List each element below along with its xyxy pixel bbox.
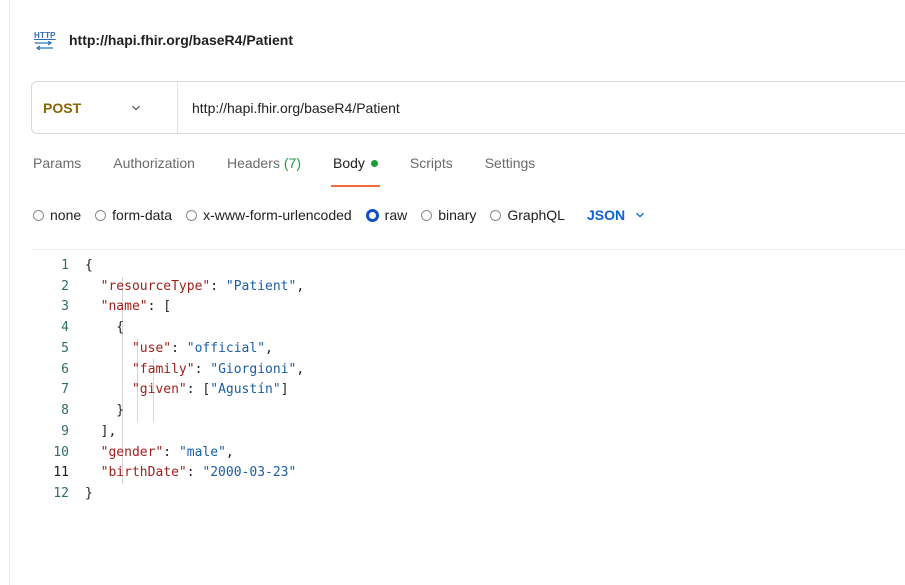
chevron-down-icon [636, 212, 645, 218]
http-icon: HTTP [33, 30, 55, 50]
line-number: 1 [61, 257, 69, 273]
method-label: POST [43, 99, 82, 116]
code-line[interactable]: 8 } [33, 400, 304, 421]
code-text: { [85, 320, 125, 336]
radio-form-data[interactable]: form-data [95, 207, 172, 223]
radio-graphql[interactable]: GraphQL [490, 207, 565, 223]
code-line[interactable]: 4 { [33, 317, 304, 338]
url-bar: POST [31, 81, 905, 134]
tab-body[interactable]: Body [331, 155, 380, 189]
code-line[interactable]: 9 ], [33, 421, 304, 442]
tab-params[interactable]: Params [33, 155, 81, 189]
radio-x-www-form-urlencoded[interactable]: x-www-form-urlencoded [186, 207, 352, 223]
code-line[interactable]: 3 "name": [ [33, 297, 304, 318]
line-number: 6 [61, 361, 69, 377]
tab-settings[interactable]: Settings [485, 155, 536, 189]
line-number: 9 [61, 423, 69, 439]
code-line[interactable]: 7 "given": ["Agustín"] [33, 380, 304, 401]
line-number: 7 [61, 382, 69, 398]
code-text: "use": "official", [131, 340, 273, 356]
request-header: HTTP http://hapi.fhir.org/baseR4/Patient [33, 27, 293, 53]
code-line[interactable]: 5 "use": "official", [33, 338, 304, 359]
request-tabs: Params Authorization Headers (7) Body Scr… [33, 155, 567, 189]
tab-scripts[interactable]: Scripts [410, 155, 453, 189]
code-editor[interactable]: 1{2 "resourceType": "Patient", 3 "name": … [33, 255, 304, 504]
radio-none[interactable]: none [33, 207, 81, 223]
radio-raw[interactable]: raw [365, 207, 407, 223]
body-type-options: none form-data x-www-form-urlencoded raw… [33, 205, 645, 225]
line-number: 10 [53, 444, 69, 460]
code-line[interactable]: 11 "birthDate": "2000-03-23" [33, 463, 304, 484]
sidebar-edge [9, 0, 10, 585]
code-line[interactable]: 1{ [33, 255, 304, 276]
line-number: 11 [53, 465, 69, 481]
line-number: 12 [53, 486, 69, 502]
line-number: 5 [61, 340, 69, 356]
line-number: 2 [61, 278, 69, 294]
code-text: "family": "Giorgioni", [131, 361, 305, 377]
url-input[interactable] [178, 81, 794, 134]
request-title[interactable]: http://hapi.fhir.org/baseR4/Patient [69, 32, 293, 48]
code-text: { [85, 257, 93, 273]
code-text: "given": ["Agustín"] [131, 382, 289, 398]
line-number: 3 [61, 299, 69, 315]
tab-authorization[interactable]: Authorization [113, 155, 195, 189]
chevron-down-icon [132, 105, 140, 111]
code-text: "resourceType": "Patient", [100, 278, 305, 294]
code-text: } [85, 486, 93, 502]
format-select[interactable]: JSON [587, 207, 645, 223]
code-line[interactable]: 12} [33, 483, 304, 504]
line-number: 8 [61, 403, 69, 419]
tab-headers[interactable]: Headers (7) [227, 155, 301, 189]
code-line[interactable]: 6 "family": "Giorgioni", [33, 359, 304, 380]
code-line[interactable]: 10 "gender": "male", [33, 442, 304, 463]
headers-count: (7) [283, 155, 301, 171]
code-text: "gender": "male", [100, 444, 234, 460]
body-status-dot [370, 160, 378, 167]
code-line[interactable]: 2 "resourceType": "Patient", [33, 276, 304, 297]
divider [33, 249, 905, 250]
code-text: } [85, 403, 125, 419]
code-text: "birthDate": "2000-03-23" [100, 465, 297, 481]
method-select[interactable]: POST [32, 82, 178, 133]
line-number: 4 [61, 320, 69, 336]
code-text: "name": [ [100, 299, 172, 315]
code-text: ], [85, 423, 117, 439]
radio-binary[interactable]: binary [421, 207, 476, 223]
